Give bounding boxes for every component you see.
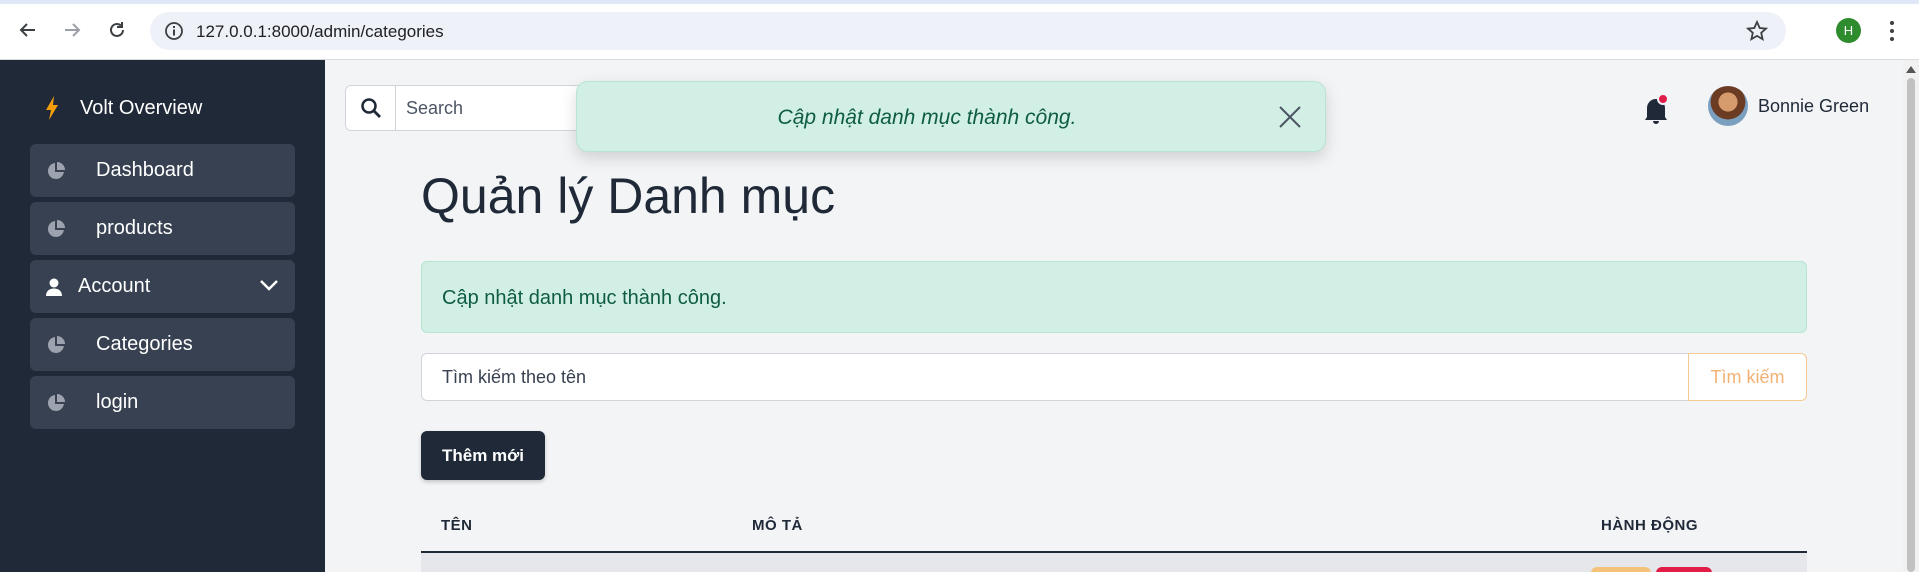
top-search <box>345 85 605 131</box>
reload-button[interactable] <box>103 16 131 44</box>
edit-button[interactable] <box>1591 567 1651 572</box>
address-bar[interactable]: 127.0.0.1:8000/admin/categories <box>150 12 1786 50</box>
arrow-right-icon <box>65 23 81 37</box>
brand[interactable]: Volt Overview <box>44 96 202 120</box>
forward-button[interactable] <box>58 16 86 44</box>
user-menu[interactable]: Bonnie Green <box>1708 86 1869 126</box>
pie-chart-icon <box>47 220 65 237</box>
back-button[interactable] <box>14 16 42 44</box>
page-title: Quản lý Danh mục <box>421 168 836 224</box>
url-text[interactable]: 127.0.0.1:8000/admin/categories <box>196 22 444 42</box>
sidebar-item-label: login <box>96 391 139 413</box>
close-icon[interactable] <box>1277 104 1303 130</box>
delete-button[interactable] <box>1656 567 1712 572</box>
bell-icon <box>1645 93 1669 124</box>
lightning-icon <box>46 96 58 120</box>
add-new-button[interactable]: Thêm mới <box>421 431 545 480</box>
sidebar-item-login[interactable]: login <box>30 376 295 429</box>
user-icon <box>46 278 62 296</box>
brand-name: Volt Overview <box>80 96 203 119</box>
sidebar-item-categories[interactable]: Categories <box>30 318 295 371</box>
chevron-down-icon[interactable] <box>259 278 279 292</box>
pie-chart-icon <box>47 336 65 353</box>
toast-message: Cập nhật danh mục thành công. <box>777 106 1077 129</box>
user-name[interactable]: Bonnie Green <box>1758 96 1869 117</box>
sidebar-item-label: Dashboard <box>96 159 194 181</box>
sidebar: Volt Overview Dashboard products Account… <box>0 60 325 572</box>
scroll-thumb[interactable] <box>1907 78 1915 572</box>
page-scrollbar[interactable] <box>1903 60 1919 572</box>
column-header-description[interactable]: MÔ TẢ <box>752 517 803 534</box>
tab-strip-edge <box>0 0 1919 4</box>
site-info-icon[interactable] <box>164 21 184 41</box>
sidebar-item-label: Categories <box>96 333 193 355</box>
pie-chart-icon <box>47 394 65 411</box>
avatar[interactable] <box>1708 86 1748 126</box>
alert-message: Cập nhật danh mục thành công. <box>442 287 727 309</box>
notification-bell[interactable] <box>1643 93 1669 125</box>
success-alert: Cập nhật danh mục thành công. <box>421 261 1807 333</box>
profile-avatar[interactable]: H <box>1836 18 1861 43</box>
scroll-up-arrow-icon[interactable] <box>1906 66 1916 73</box>
sidebar-item-account[interactable]: Account <box>30 260 295 313</box>
name-search-input[interactable] <box>421 353 1689 401</box>
column-header-name[interactable]: TÊN <box>441 517 473 534</box>
browser-chrome: 127.0.0.1:8000/admin/categories H <box>0 0 1919 60</box>
search-button[interactable]: Tìm kiếm <box>1688 353 1807 401</box>
sidebar-item-label: products <box>96 217 173 239</box>
arrow-left-icon <box>19 23 35 37</box>
sidebar-item-dashboard[interactable]: Dashboard <box>30 144 295 197</box>
column-header-actions: HÀNH ĐỘNG <box>1601 517 1698 534</box>
pie-chart-icon <box>47 162 65 179</box>
sidebar-item-products[interactable]: products <box>30 202 295 255</box>
bookmark-star-icon[interactable] <box>1746 20 1768 42</box>
search-input[interactable] <box>406 96 596 120</box>
search-icon[interactable] <box>346 86 396 130</box>
reload-icon <box>110 22 124 37</box>
success-toast: Cập nhật danh mục thành công. <box>576 81 1326 152</box>
sidebar-item-label: Account <box>78 275 151 297</box>
browser-menu-icon[interactable] <box>1884 18 1900 44</box>
